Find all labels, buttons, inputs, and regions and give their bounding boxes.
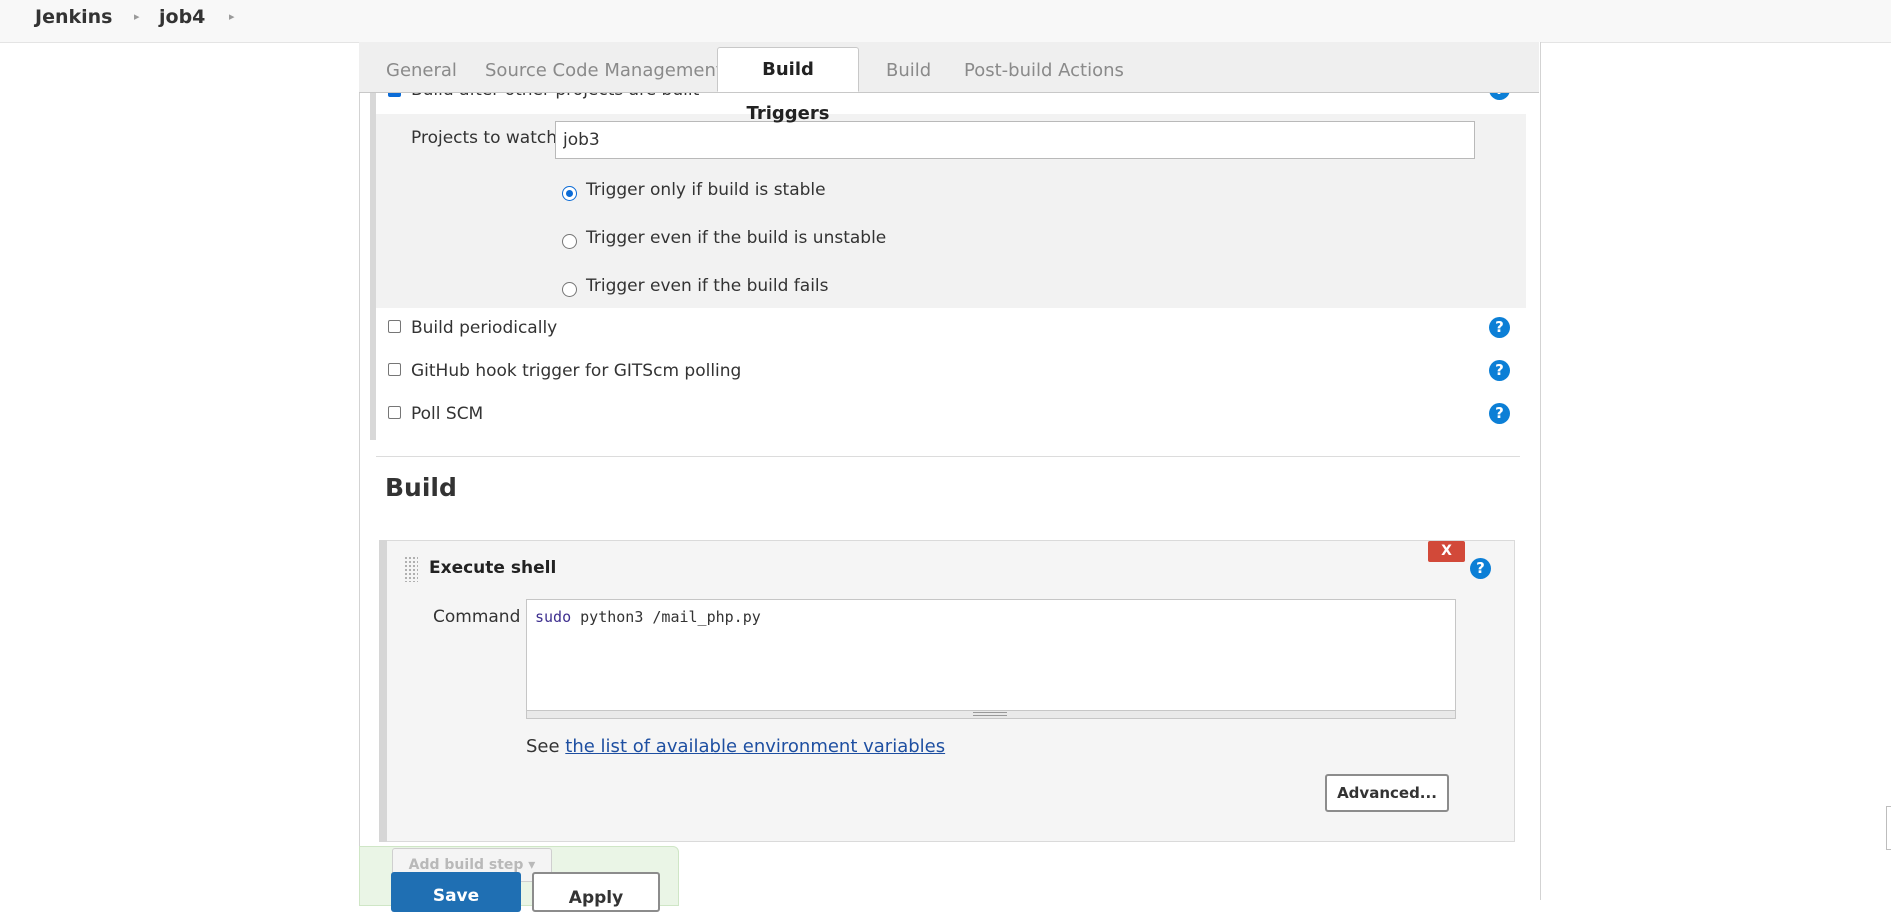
env-vars-hint: See the list of available environment va… — [526, 736, 945, 757]
build-section-title: Build — [385, 473, 457, 502]
radio-trigger-stable-label: Trigger only if build is stable — [586, 180, 826, 200]
advanced-button[interactable]: Advanced... — [1325, 774, 1449, 812]
help-icon[interactable]: ? — [1489, 403, 1510, 424]
radio-trigger-fails-label: Trigger even if the build fails — [586, 276, 829, 296]
build-periodically-label: Build periodically — [411, 318, 558, 338]
env-vars-link[interactable]: the list of available environment variab… — [565, 736, 945, 757]
env-vars-prefix: See — [526, 736, 566, 757]
github-hook-label: GitHub hook trigger for GITScm polling — [411, 361, 742, 381]
command-keyword: sudo — [535, 608, 572, 626]
help-icon[interactable]: ? — [1489, 360, 1510, 381]
drag-handle-icon[interactable] — [404, 556, 418, 582]
build-periodically-checkbox[interactable] — [388, 320, 401, 333]
save-button[interactable]: Save — [391, 872, 521, 912]
poll-scm-checkbox[interactable] — [388, 406, 401, 419]
chevron-right-icon[interactable]: ▸ — [229, 10, 235, 23]
radio-trigger-unstable[interactable] — [562, 234, 577, 249]
chevron-right-icon[interactable]: ▸ — [134, 10, 140, 23]
radio-trigger-stable[interactable] — [562, 186, 577, 201]
step-left-bar — [379, 540, 387, 842]
help-icon[interactable]: ? — [1470, 558, 1491, 579]
breadcrumb-job[interactable]: job4 — [159, 6, 205, 28]
help-icon[interactable]: ? — [1489, 317, 1510, 338]
command-text: python3 /mail_php.py — [571, 608, 761, 626]
poll-scm-label: Poll SCM — [411, 404, 484, 424]
projects-to-watch-label: Projects to watch — [411, 128, 558, 148]
textarea-resize-handle[interactable] — [526, 711, 1456, 719]
command-textarea[interactable]: sudo python3 /mail_php.py — [526, 599, 1456, 711]
breadcrumb-jenkins[interactable]: Jenkins — [35, 6, 112, 28]
execute-shell-title: Execute shell — [429, 558, 557, 578]
github-hook-checkbox[interactable] — [388, 363, 401, 376]
section-divider — [376, 456, 1520, 457]
radio-trigger-fails[interactable] — [562, 282, 577, 297]
scrollbar-edge[interactable] — [1886, 806, 1891, 850]
apply-button[interactable]: Apply — [532, 872, 660, 912]
config-tabs-overlay — [359, 42, 1539, 92]
projects-to-watch-input[interactable] — [555, 121, 1475, 159]
add-build-step-label: Add build step — [408, 857, 524, 873]
radio-trigger-unstable-label: Trigger even if the build is unstable — [586, 228, 887, 248]
command-label: Command — [433, 607, 521, 627]
resize-grip-icon — [973, 712, 1007, 716]
breadcrumb: Jenkins ▸ job4 ▸ — [0, 0, 1891, 43]
delete-step-button[interactable]: X — [1428, 541, 1465, 562]
